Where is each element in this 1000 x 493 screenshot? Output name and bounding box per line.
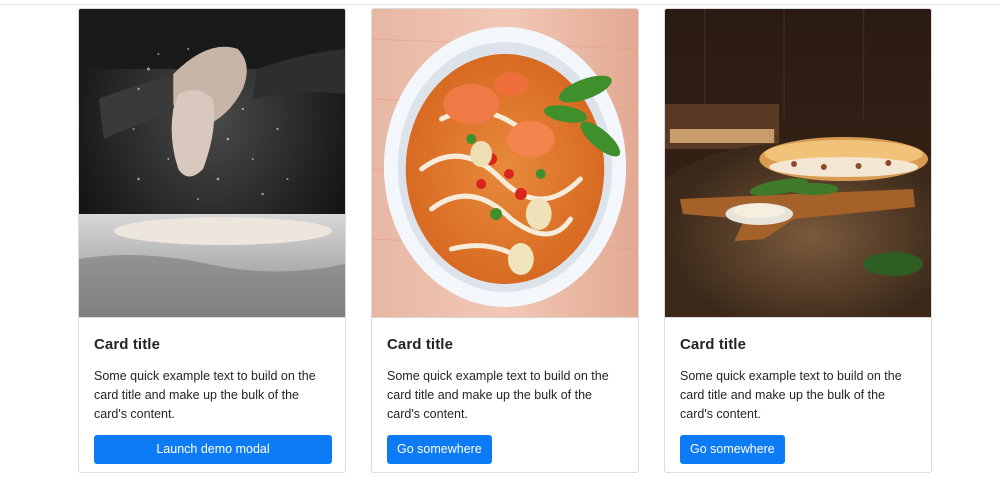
go-somewhere-button[interactable]: Go somewhere: [680, 435, 785, 464]
card-text: Some quick example text to build on the …: [387, 369, 609, 421]
card-1: Card title Some quick example text to bu…: [78, 8, 346, 473]
card-body: Card title Some quick example text to bu…: [665, 318, 931, 464]
card-body: Card title Some quick example text to bu…: [372, 318, 638, 464]
card-image: [665, 9, 931, 318]
card-title: Card title: [94, 336, 161, 353]
baguette-sandwich-photo: [665, 9, 931, 317]
card-3: Card title Some quick example text to bu…: [664, 8, 932, 473]
card-title: Card title: [387, 336, 454, 353]
go-somewhere-button[interactable]: Go somewhere: [387, 435, 492, 464]
card-text: Some quick example text to build on the …: [680, 369, 902, 421]
card-title: Card title: [680, 336, 747, 353]
header-divider: [0, 4, 1000, 5]
flour-hands-photo: [79, 9, 345, 317]
card-image: [372, 9, 638, 318]
launch-demo-modal-button[interactable]: Launch demo modal: [94, 435, 332, 464]
noodle-soup-photo: [372, 9, 638, 317]
card-image: [79, 9, 345, 318]
card-2: Card title Some quick example text to bu…: [371, 8, 639, 473]
card-text: Some quick example text to build on the …: [94, 369, 316, 421]
card-body: Card title Some quick example text to bu…: [79, 318, 345, 464]
